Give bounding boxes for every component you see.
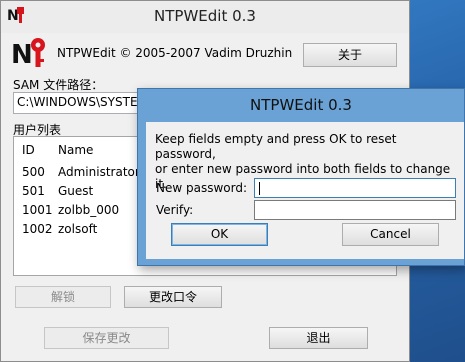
save-changes-button[interactable]: 保存更改 bbox=[44, 327, 169, 349]
ok-button[interactable]: OK bbox=[171, 223, 268, 246]
user-name: zolsoft bbox=[58, 222, 98, 236]
exit-button[interactable]: 退出 bbox=[269, 327, 368, 349]
unlock-button[interactable]: 解锁 bbox=[15, 286, 111, 308]
sam-path-label: SAM 文件路径： bbox=[13, 78, 104, 92]
change-password-button[interactable]: 更改口令 bbox=[124, 286, 222, 308]
main-titlebar[interactable]: N NTPWEdit 0.3 bbox=[1, 1, 409, 33]
user-id: 500 bbox=[22, 165, 45, 179]
verify-label: Verify: bbox=[156, 203, 194, 217]
copyright-text: NTPWEdit © 2005-2007 Vadim Druzhin bbox=[57, 46, 293, 60]
cancel-button[interactable]: Cancel bbox=[342, 223, 439, 246]
about-button[interactable]: 关于 bbox=[303, 43, 397, 67]
new-password-field[interactable] bbox=[254, 178, 456, 198]
window-title: NTPWEdit 0.3 bbox=[154, 7, 256, 25]
svg-text:N: N bbox=[11, 40, 33, 69]
user-name: zolbb_000 bbox=[58, 203, 120, 217]
column-header-name[interactable]: Name bbox=[58, 143, 93, 157]
text-caret bbox=[259, 182, 260, 195]
dialog-body: Keep fields empty and press OK to reset … bbox=[146, 122, 464, 259]
user-id: 1002 bbox=[22, 222, 53, 236]
verify-password-field[interactable] bbox=[254, 200, 456, 220]
user-name: Guest bbox=[58, 184, 94, 198]
ntpwedit-logo: N bbox=[11, 38, 45, 69]
column-header-id[interactable]: ID bbox=[22, 143, 35, 157]
dialog-titlebar[interactable]: NTPWEdit 0.3 bbox=[138, 89, 464, 121]
dialog-title: NTPWEdit 0.3 bbox=[250, 96, 352, 114]
user-name: Administrator bbox=[58, 165, 140, 179]
user-id: 501 bbox=[22, 184, 45, 198]
new-password-label: New password: bbox=[156, 181, 248, 195]
user-id: 1001 bbox=[22, 203, 53, 217]
password-dialog: NTPWEdit 0.3 Keep fields empty and press… bbox=[137, 88, 465, 266]
dialog-message-line: Keep fields empty and press OK to reset … bbox=[155, 132, 397, 161]
